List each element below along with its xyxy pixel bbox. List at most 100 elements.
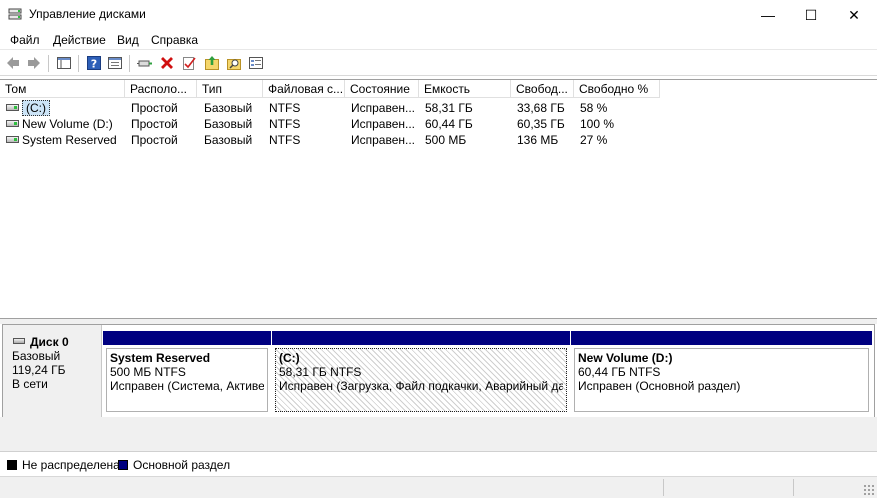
volume-capacity: 60,44 ГБ <box>425 117 473 131</box>
legend-unallocated-swatch <box>7 460 17 470</box>
disk-management-app-icon <box>8 8 22 20</box>
partition-size: 58,31 ГБ NTFS <box>279 365 362 379</box>
volume-type: Базовый <box>204 117 253 131</box>
partition-size: 60,44 ГБ NTFS <box>578 365 661 379</box>
search-folder-icon[interactable] <box>226 55 242 71</box>
title-bar: Управление дисками — ☐ ✕ <box>0 0 877 30</box>
partition-status: Исправен (Система, Активен, <box>110 379 264 393</box>
volume-free-percent: 100 % <box>580 117 615 131</box>
partition-body-selected: (C:) 58,31 ГБ NTFS Исправен (Загрузка, Ф… <box>275 348 567 412</box>
volume-name: (C:) <box>22 100 50 116</box>
status-pane <box>663 479 664 496</box>
partition-body: New Volume (D:) 60,44 ГБ NTFS Исправен (… <box>574 348 869 412</box>
column-header-filesystem[interactable]: Файловая с... <box>263 80 345 98</box>
partition-header-bar <box>272 331 570 345</box>
volume-icon <box>6 136 19 143</box>
console-tree-icon[interactable] <box>56 55 72 71</box>
volume-name: System Reserved <box>22 133 117 147</box>
delete-icon[interactable] <box>159 55 175 71</box>
menu-bar: Файл Действие Вид Справка <box>0 30 877 50</box>
folder-up-icon[interactable] <box>204 55 220 71</box>
volume-capacity: 58,31 ГБ <box>425 101 473 115</box>
partition-header-bar <box>103 331 271 345</box>
view-list-icon[interactable] <box>248 55 264 71</box>
forward-arrow-icon[interactable] <box>26 55 42 71</box>
column-header-capacity[interactable]: Емкость <box>419 80 511 98</box>
legend-unallocated-label: Не распределена <box>22 458 120 472</box>
column-header-free-percent[interactable]: Свободно % <box>574 80 660 98</box>
volume-type: Базовый <box>204 101 253 115</box>
properties-icon[interactable] <box>107 55 123 71</box>
toolbar: ? <box>0 51 877 76</box>
disk-type: Базовый <box>12 349 61 363</box>
partition-name: New Volume (D:) <box>578 351 673 365</box>
column-header-layout[interactable]: Располо... <box>125 80 197 98</box>
column-header-status[interactable]: Состояние <box>345 80 419 98</box>
checkmark-icon[interactable] <box>181 55 197 71</box>
volume-status: Исправен... <box>351 117 416 131</box>
volume-list: Том Располо... Тип Файловая с... Состоян… <box>0 79 877 319</box>
volume-free-percent: 58 % <box>580 101 608 115</box>
volume-filesystem: NTFS <box>269 117 301 131</box>
toolbar-separator <box>78 55 79 72</box>
toolbar-separator <box>129 55 130 72</box>
column-header-free-space[interactable]: Свобод... <box>511 80 574 98</box>
volume-filesystem: NTFS <box>269 101 301 115</box>
volume-layout: Простой <box>131 101 178 115</box>
back-arrow-icon[interactable] <box>5 55 21 71</box>
volume-free-space: 60,35 ГБ <box>517 117 565 131</box>
partition-size: 500 МБ NTFS <box>110 365 186 379</box>
volume-status: Исправен... <box>351 101 416 115</box>
status-bar <box>0 476 877 498</box>
volume-free-space: 136 МБ <box>517 133 559 147</box>
volume-layout: Простой <box>131 133 178 147</box>
disk-title: Диск 0 <box>30 335 69 349</box>
menu-file[interactable]: Файл <box>10 33 40 47</box>
partition-status: Исправен (Загрузка, Файл подкачки, Авари… <box>279 379 563 393</box>
window-title: Управление дисками <box>29 7 146 21</box>
volume-type: Базовый <box>204 133 253 147</box>
legend: Не распределена Основной раздел <box>0 451 877 476</box>
partition-name: System Reserved <box>110 351 211 365</box>
svg-text:?: ? <box>91 58 97 71</box>
legend-primary-swatch <box>118 460 128 470</box>
close-button[interactable]: ✕ <box>831 0 877 30</box>
toolbar-separator <box>48 55 49 72</box>
disk-size: 119,24 ГБ <box>12 363 66 377</box>
volume-name: New Volume (D:) <box>22 117 113 131</box>
connect-icon[interactable] <box>137 55 153 71</box>
disk-status: В сети <box>12 377 48 391</box>
status-pane <box>793 479 794 496</box>
partition-status: Исправен (Основной раздел) <box>578 379 741 393</box>
disk-icon <box>13 338 25 344</box>
resize-grip-icon[interactable] <box>863 484 875 496</box>
volume-status: Исправен... <box>351 133 416 147</box>
menu-help[interactable]: Справка <box>151 33 198 47</box>
column-header-type[interactable]: Тип <box>197 80 263 98</box>
partition-name: (C:) <box>279 351 300 365</box>
partition-system-reserved[interactable]: System Reserved 500 МБ NTFS Исправен (Си… <box>103 331 271 415</box>
menu-view[interactable]: Вид <box>117 33 139 47</box>
minimize-button[interactable]: — <box>745 0 791 30</box>
menu-action[interactable]: Действие <box>53 33 106 47</box>
volume-free-percent: 27 % <box>580 133 608 147</box>
table-row[interactable]: System Reserved Простой Базовый NTFS Исп… <box>0 132 660 148</box>
volume-free-space: 33,68 ГБ <box>517 101 565 115</box>
volume-layout: Простой <box>131 117 178 131</box>
volume-icon <box>6 104 19 111</box>
empty-disk-area <box>0 417 877 451</box>
partition-body: System Reserved 500 МБ NTFS Исправен (Си… <box>106 348 268 412</box>
help-icon[interactable]: ? <box>86 55 102 71</box>
volume-icon <box>6 120 19 127</box>
volume-capacity: 500 МБ <box>425 133 467 147</box>
legend-primary-label: Основной раздел <box>133 458 231 472</box>
partition-d-drive[interactable]: New Volume (D:) 60,44 ГБ NTFS Исправен (… <box>571 331 872 415</box>
partition-c-drive[interactable]: (C:) 58,31 ГБ NTFS Исправен (Загрузка, Ф… <box>272 331 570 415</box>
disk-label-panel[interactable]: Диск 0 Базовый 119,24 ГБ В сети <box>3 325 102 421</box>
volume-filesystem: NTFS <box>269 133 301 147</box>
partition-header-bar <box>571 331 872 345</box>
table-row[interactable]: New Volume (D:) Простой Базовый NTFS Исп… <box>0 116 660 132</box>
table-row[interactable]: (C:) Простой Базовый NTFS Исправен... 58… <box>0 100 660 116</box>
column-header-volume[interactable]: Том <box>0 80 125 98</box>
maximize-button[interactable]: ☐ <box>788 0 834 30</box>
